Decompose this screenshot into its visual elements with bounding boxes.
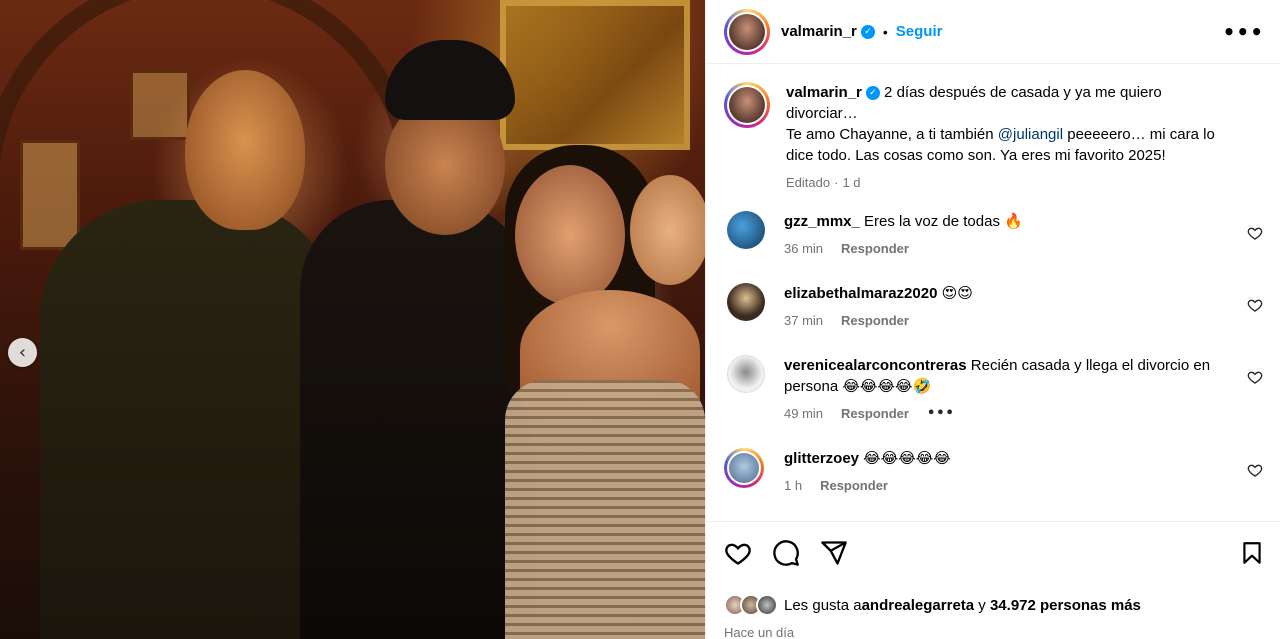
heart-icon[interactable] (724, 539, 752, 567)
photo-background-panel (20, 140, 80, 250)
caption-username[interactable]: valmarin_r (786, 84, 862, 101)
photo-person-left (40, 200, 340, 639)
comment-row: gzz_mmx_ Eres la voz de todas 🔥 36 min Re… (724, 211, 1265, 259)
bookmark-icon[interactable] (1239, 539, 1265, 567)
comment-heart-icon[interactable] (1247, 369, 1263, 385)
comment-username[interactable]: elizabethalmaraz2020 (784, 285, 937, 302)
chevron-left-icon[interactable]: ‹ (8, 338, 37, 367)
post-header: valmarin_r ✓ • Seguir ••• (706, 0, 1280, 64)
comment-row: glitterzoey 😂😂😂😂😂 1 h Responder (724, 448, 1265, 496)
caption-text-line2: Te amo Chayanne, a ti también (786, 126, 998, 143)
comment-heart-icon[interactable] (1247, 225, 1263, 241)
comment-username[interactable]: gzz_mmx_ (784, 213, 860, 230)
photo-face-background (630, 175, 705, 285)
caption: valmarin_r ✓ 2 días después de casada y y… (724, 82, 1265, 193)
photo-hat (385, 40, 515, 120)
photo-face-left (185, 70, 305, 230)
comment-row: verenicealarconcontreras Recién casada y… (724, 355, 1265, 424)
comment-username[interactable]: glitterzoey (784, 450, 859, 467)
post-username[interactable]: valmarin_r (781, 23, 857, 40)
likes-count-link[interactable]: 34.972 personas más (990, 597, 1141, 614)
comment-more-icon[interactable]: ••• (927, 403, 955, 424)
follow-button[interactable]: Seguir (896, 23, 943, 40)
comment-avatar[interactable] (724, 448, 764, 488)
comment-heart-icon[interactable] (1247, 462, 1263, 478)
comment-text: 😂😂😂😂😂 (859, 450, 951, 467)
reply-button[interactable]: Responder (841, 310, 909, 331)
likes-prefix: Les gusta a (784, 596, 862, 614)
more-icon[interactable]: ••• (1223, 20, 1264, 44)
photo-background-panel (130, 70, 190, 140)
comment-avatar[interactable] (727, 283, 765, 321)
photo-person-center (300, 200, 530, 639)
photo-dress (505, 380, 705, 639)
comment-username[interactable]: verenicealarconcontreras (784, 357, 967, 374)
comments-list[interactable]: valmarin_r ✓ 2 días después de casada y y… (706, 64, 1280, 522)
caption-time[interactable]: 1 d (842, 172, 860, 193)
avatar[interactable] (724, 8, 770, 55)
post-date[interactable]: Hace un día (724, 625, 1265, 639)
likes-summary: Les gusta a andrealegarreta y 34.972 per… (724, 594, 1265, 616)
verified-icon: ✓ (865, 86, 880, 101)
post-side-panel: valmarin_r ✓ • Seguir ••• valmarin_r ✓ 2 … (705, 0, 1280, 639)
comment-time[interactable]: 1 h (784, 475, 802, 496)
meta-separator: · (834, 175, 839, 190)
share-icon[interactable] (820, 539, 848, 567)
comment-time[interactable]: 49 min (784, 403, 823, 424)
comment-text: 😍😍 (937, 285, 973, 302)
reply-button[interactable]: Responder (841, 403, 909, 424)
comment-avatar[interactable] (727, 211, 765, 249)
comment-time[interactable]: 36 min (784, 238, 823, 259)
comment-row: elizabethalmaraz2020 😍😍 37 min Responder (724, 283, 1265, 331)
likes-middle: y (974, 596, 990, 614)
comment-icon[interactable] (772, 539, 800, 567)
photo-face-right (515, 165, 625, 305)
likes-user-link[interactable]: andrealegarreta (862, 597, 975, 614)
comment-time[interactable]: 37 min (784, 310, 823, 331)
photo-background-painting (500, 0, 690, 150)
liker-avatars[interactable] (724, 594, 778, 616)
comment-text: Eres la voz de todas 🔥 (859, 213, 1023, 230)
separator-dot: • (882, 23, 888, 40)
avatar[interactable] (724, 82, 770, 128)
comment-avatar[interactable] (727, 355, 765, 393)
reply-button[interactable]: Responder (820, 475, 888, 496)
post-actions: Les gusta a andrealegarreta y 34.972 per… (706, 523, 1280, 639)
post-photo[interactable] (0, 0, 705, 639)
verified-icon: ✓ (860, 24, 875, 39)
edited-label: Editado (786, 175, 831, 190)
comment-heart-icon[interactable] (1247, 297, 1263, 313)
caption-mention-link[interactable]: @juliangil (998, 126, 1063, 143)
reply-button[interactable]: Responder (841, 238, 909, 259)
